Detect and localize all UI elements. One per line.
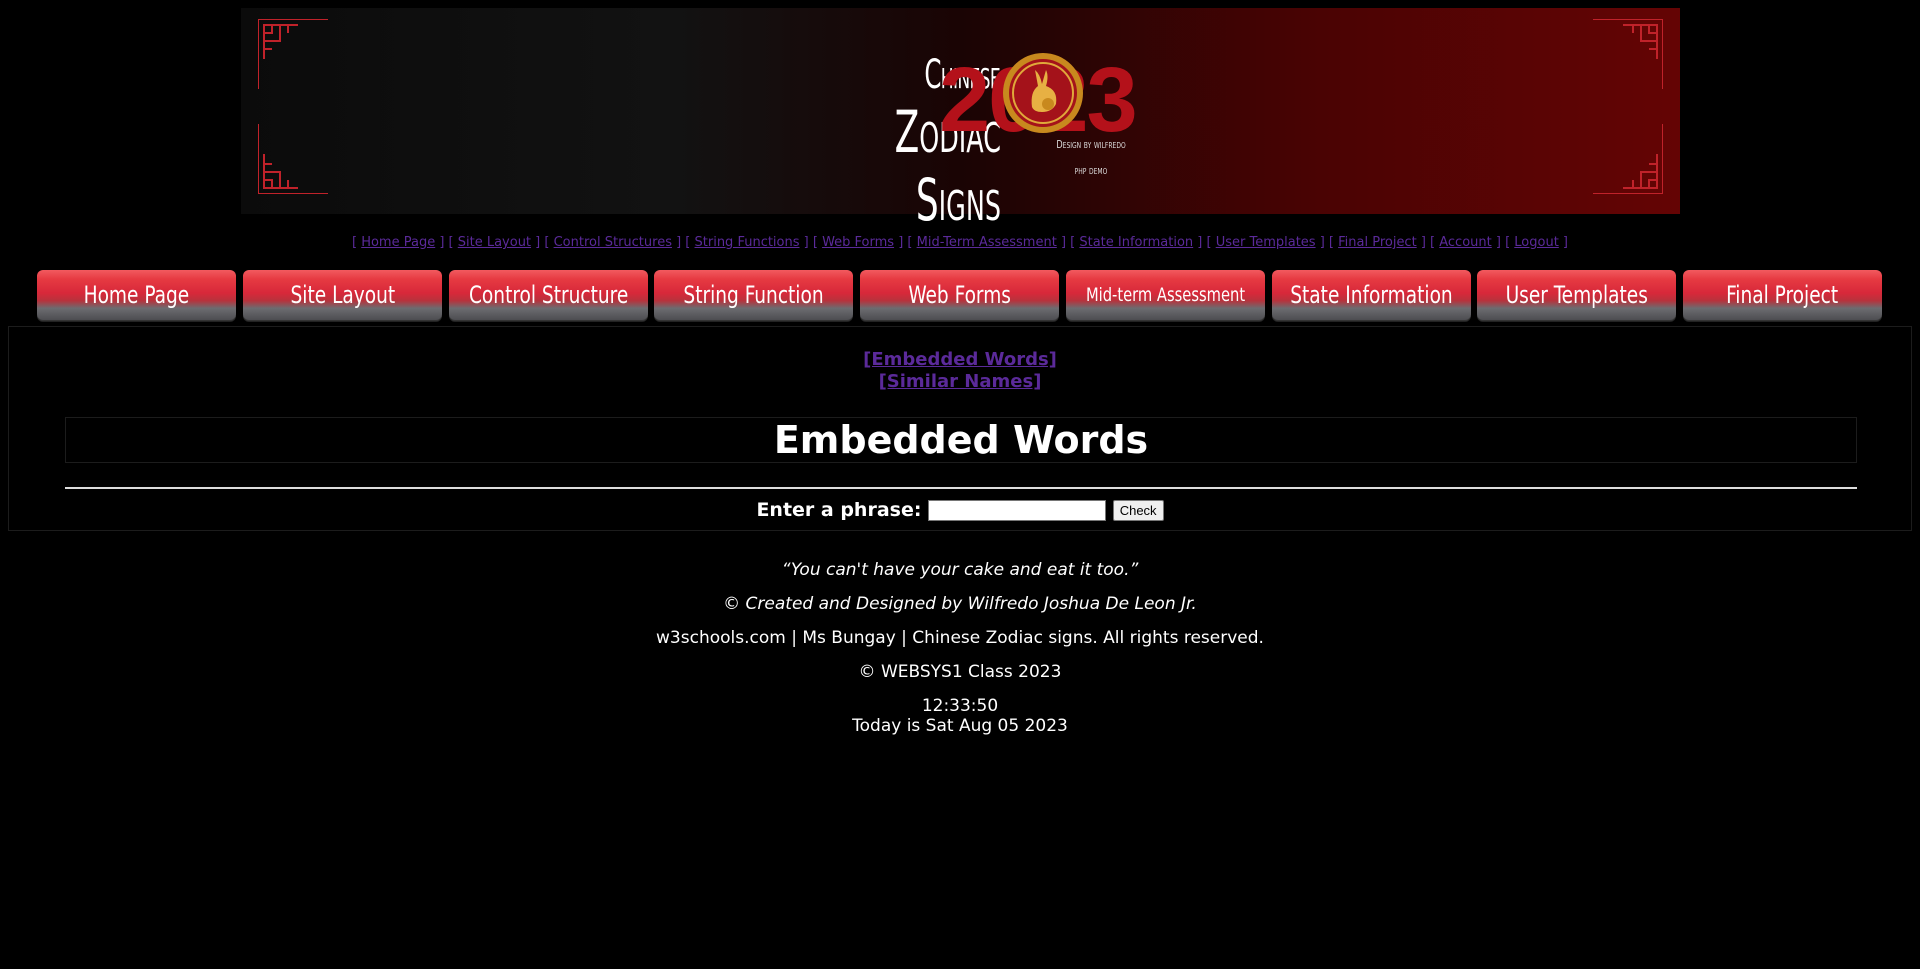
- textnav-logout[interactable]: Logout: [1514, 235, 1559, 250]
- footer: “You can't have your cake and eat it too…: [0, 560, 1920, 736]
- nav-button-string-function[interactable]: String Function: [654, 270, 853, 321]
- phrase-input[interactable]: [928, 500, 1107, 521]
- nav-button-label: Control Structure: [468, 281, 629, 309]
- corner-ornament-icon: [258, 19, 328, 89]
- phrase-form: Enter a phrase: Check: [9, 499, 1911, 521]
- nav-button-state-information[interactable]: State Information: [1272, 270, 1471, 321]
- nav-button-site-layout[interactable]: Site Layout: [243, 270, 442, 321]
- corner-ornament-icon: [258, 124, 328, 194]
- footer-date: Today is Sat Aug 05 2023: [852, 716, 1068, 736]
- page-title: Embedded Words: [773, 418, 1149, 462]
- nav-button-label: User Templates: [1505, 281, 1648, 309]
- textnav-account[interactable]: Account: [1439, 235, 1492, 250]
- sub-links: [Embedded Words] [Similar Names]: [9, 349, 1911, 393]
- nav-button-control-structure[interactable]: Control Structure: [449, 270, 648, 321]
- button-nav: Home Page Site Layout Control Structure …: [37, 270, 1885, 322]
- header-banner: Chinese Zodiac Signs 2023 Design by wilf…: [241, 8, 1680, 234]
- textnav-control-structures[interactable]: Control Structures: [554, 235, 672, 250]
- rabbit-medallion-icon: [1003, 53, 1083, 133]
- nav-button-final-project[interactable]: Final Project: [1683, 270, 1882, 321]
- textnav-state-information[interactable]: State Information: [1079, 235, 1193, 250]
- nav-button-label: String Function: [683, 281, 824, 309]
- phrase-label: Enter a phrase:: [756, 499, 922, 521]
- footer-class: © WEBSYS1 Class 2023: [858, 662, 1062, 682]
- textnav-string-functions[interactable]: String Functions: [695, 235, 800, 250]
- textnav-site-layout[interactable]: Site Layout: [458, 235, 531, 250]
- heading-box: Embedded Words: [65, 417, 1857, 463]
- nav-button-label: Mid-term Assessment: [1085, 284, 1246, 306]
- textnav-home[interactable]: Home Page: [361, 235, 435, 250]
- nav-button-user-templates[interactable]: User Templates: [1477, 270, 1676, 321]
- corner-ornament-icon: [1593, 124, 1663, 194]
- textnav-user-templates[interactable]: User Templates: [1216, 235, 1316, 250]
- textnav-mid-term[interactable]: Mid-Term Assessment: [917, 235, 1057, 250]
- sublink-embedded-words[interactable]: [Embedded Words]: [9, 349, 1911, 371]
- nav-button-web-forms[interactable]: Web Forms: [860, 270, 1059, 321]
- textnav-final-project[interactable]: Final Project: [1338, 235, 1417, 250]
- nav-button-label: Site Layout: [290, 281, 395, 309]
- nav-button-label: Home Page: [83, 281, 190, 309]
- nav-button-label: State Information: [1290, 281, 1453, 309]
- footer-rights: w3schools.com | Ms Bungay | Chinese Zodi…: [656, 628, 1264, 648]
- text-nav: [ Home Page ] [ Site Layout ] [ Control …: [351, 235, 1569, 250]
- footer-quote: “You can't have your cake and eat it too…: [781, 560, 1139, 580]
- divider: [65, 487, 1857, 489]
- check-button[interactable]: Check: [1112, 500, 1164, 521]
- banner-subtitle: php demo: [1074, 164, 1108, 177]
- nav-button-mid-term[interactable]: Mid-term Assessment: [1066, 270, 1265, 321]
- sublink-similar-names[interactable]: [Similar Names]: [9, 371, 1911, 393]
- banner-credit: Design by wilfredo: [1056, 138, 1126, 151]
- main-content: [Embedded Words] [Similar Names] Embedde…: [8, 326, 1912, 531]
- nav-button-home[interactable]: Home Page: [37, 270, 236, 321]
- nav-button-label: Web Forms: [908, 281, 1011, 309]
- nav-button-label: Final Project: [1726, 281, 1839, 309]
- footer-credit: © Created and Designed by Wilfredo Joshu…: [723, 594, 1197, 614]
- footer-time: 12:33:50: [921, 696, 999, 716]
- corner-ornament-icon: [1593, 19, 1663, 89]
- textnav-web-forms[interactable]: Web Forms: [822, 235, 894, 250]
